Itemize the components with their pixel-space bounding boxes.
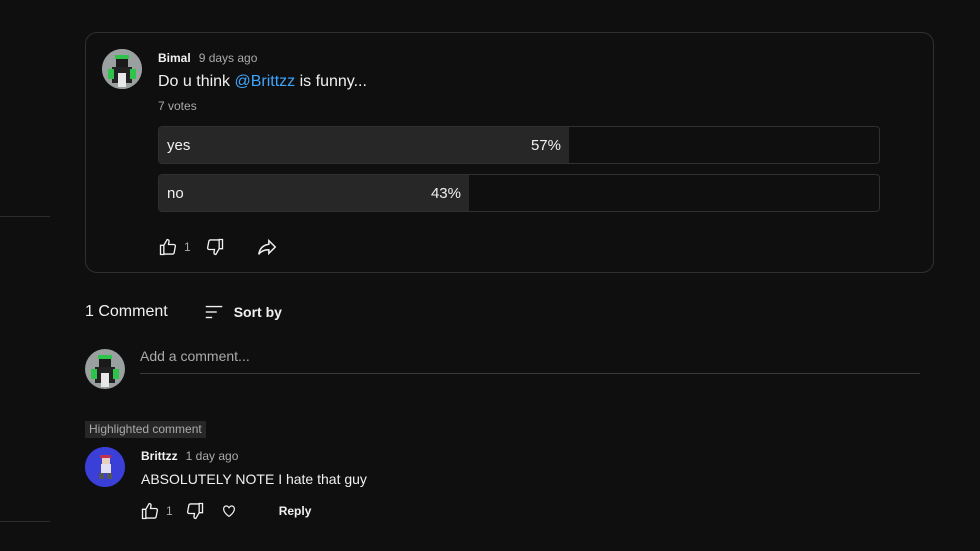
comment-author-name[interactable]: Brittzz bbox=[141, 449, 178, 463]
mention-link[interactable]: @Brittzz bbox=[234, 73, 295, 90]
share-icon[interactable] bbox=[255, 235, 279, 259]
comment-actions: 1 Reply bbox=[138, 499, 311, 523]
sidebar-divider bbox=[0, 521, 50, 522]
heart-icon[interactable] bbox=[217, 499, 241, 523]
poll-option-no[interactable]: no 43% bbox=[158, 174, 880, 212]
current-user-avatar bbox=[85, 349, 125, 389]
comment-timestamp[interactable]: 1 day ago bbox=[186, 449, 239, 463]
thumbs-up-icon[interactable] bbox=[138, 499, 162, 523]
add-comment-input[interactable]: Add a comment... bbox=[140, 348, 920, 374]
reply-button[interactable]: Reply bbox=[279, 504, 312, 518]
sort-button[interactable]: Sort by bbox=[202, 300, 282, 324]
comments-count: 1 Comment bbox=[85, 303, 168, 320]
comment-like-count: 1 bbox=[166, 504, 173, 518]
poll-option-label: yes bbox=[167, 137, 191, 154]
post-text: Do u think @Brittzz is funny... bbox=[158, 73, 367, 91]
comments-header: 1 Comment Sort by bbox=[85, 300, 282, 324]
post-author-name[interactable]: Bimal bbox=[158, 51, 191, 65]
like-count: 1 bbox=[184, 240, 191, 254]
author-avatar[interactable] bbox=[102, 49, 142, 89]
comment-header: Brittzz 1 day ago bbox=[141, 449, 238, 463]
highlighted-comment-badge: Highlighted comment bbox=[85, 421, 206, 438]
post-text-suffix: is funny... bbox=[295, 73, 367, 90]
vote-count: 7 votes bbox=[158, 99, 197, 113]
poll-post-card: Bimal 9 days ago Do u think @Brittzz is … bbox=[85, 32, 934, 273]
commenter-avatar[interactable] bbox=[85, 447, 125, 487]
post-actions: 1 bbox=[156, 235, 279, 259]
sort-label: Sort by bbox=[233, 304, 282, 320]
poll-option-percent: 57% bbox=[530, 137, 561, 154]
post-text-prefix: Do u think bbox=[158, 73, 235, 90]
thumbs-up-icon[interactable] bbox=[156, 235, 180, 259]
sort-icon bbox=[202, 300, 226, 324]
post-timestamp[interactable]: 9 days ago bbox=[199, 51, 258, 65]
poll-option-label: no bbox=[167, 185, 184, 202]
poll-option-percent: 43% bbox=[430, 185, 461, 202]
sidebar-divider bbox=[0, 216, 50, 217]
thumbs-down-icon[interactable] bbox=[183, 499, 207, 523]
comment-text: ABSOLUTELY NOTE I hate that guy bbox=[141, 471, 367, 487]
thumbs-down-icon[interactable] bbox=[203, 235, 227, 259]
community-post-page: Bimal 9 days ago Do u think @Brittzz is … bbox=[0, 0, 980, 551]
post-header: Bimal 9 days ago bbox=[158, 51, 257, 65]
poll-option-yes[interactable]: yes 57% bbox=[158, 126, 880, 164]
